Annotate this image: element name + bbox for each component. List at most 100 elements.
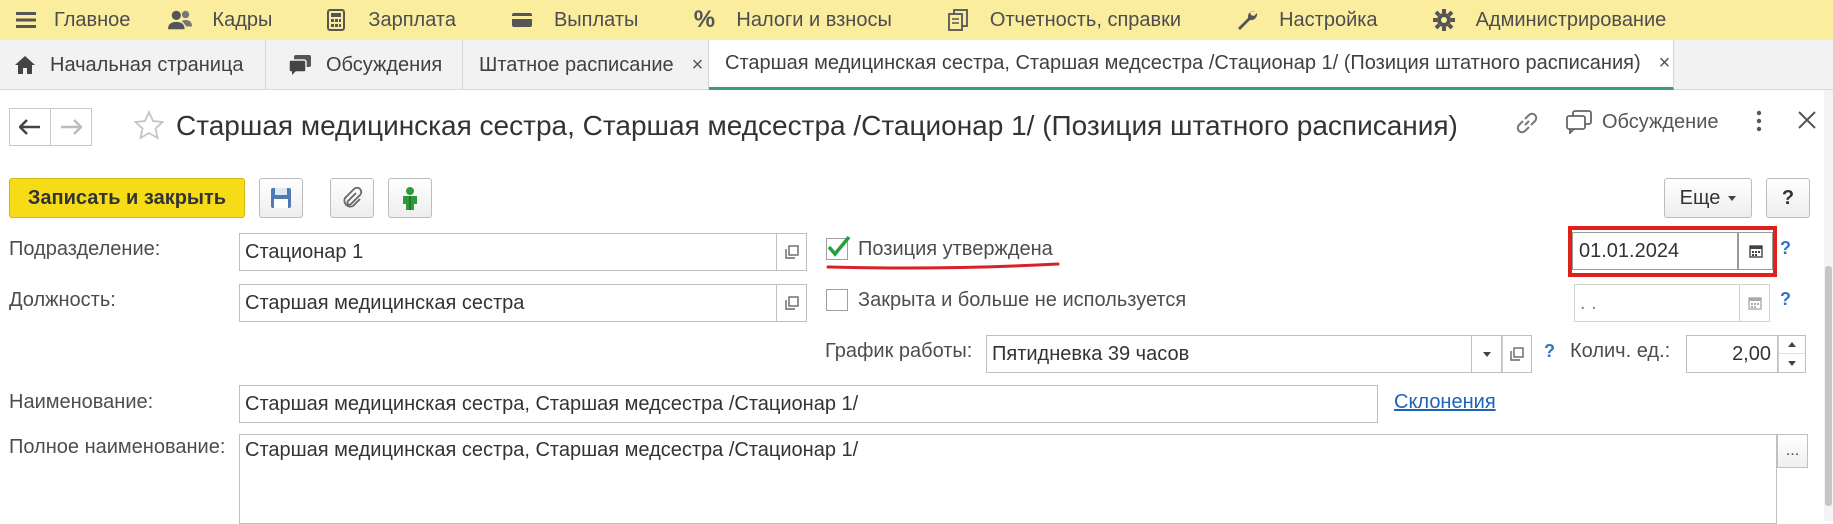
tab-discussions[interactable]: Обсуждения xyxy=(266,40,463,90)
menu-item-admin[interactable]: Администрирование xyxy=(1420,0,1689,40)
menu-item-staff[interactable]: Кадры xyxy=(156,0,312,40)
tab-staff-position[interactable]: Старшая медицинская сестра, Старшая медс… xyxy=(709,40,1674,90)
fullname-textarea[interactable]: Старшая медицинская сестра, Старшая медс… xyxy=(239,434,1777,524)
name-value: Старшая медицинская сестра, Старшая медс… xyxy=(245,392,859,415)
more-button[interactable]: Еще xyxy=(1664,178,1752,218)
stepper-down-icon[interactable] xyxy=(1779,354,1805,372)
open-schedule-button[interactable] xyxy=(1502,335,1532,373)
menu-item-main[interactable]: Главное xyxy=(52,0,156,40)
documents-icon xyxy=(946,8,970,32)
position-value: Старшая медицинская сестра xyxy=(245,291,525,314)
page-title: Старшая медицинская сестра, Старшая медс… xyxy=(176,110,1458,141)
position-label: Должность: xyxy=(9,289,116,311)
tab-staff-schedule[interactable]: Штатное расписание × xyxy=(463,40,709,90)
attach-file-button[interactable] xyxy=(330,178,374,218)
gear-icon xyxy=(1432,8,1456,32)
menu-item-reports[interactable]: Отчетность, справки xyxy=(934,0,1223,40)
closed-label[interactable]: Закрыта и больше не используется xyxy=(858,289,1186,312)
close-icon[interactable]: × xyxy=(692,54,704,77)
menu-label-main: Главное xyxy=(54,8,131,31)
calendar-button[interactable] xyxy=(1738,232,1773,270)
schedule-dropdown-button[interactable] xyxy=(1472,335,1502,373)
closed-checkbox[interactable] xyxy=(826,289,848,311)
back-button[interactable] xyxy=(9,108,51,146)
calendar-icon xyxy=(1747,296,1762,310)
division-label: Подразделение: xyxy=(9,238,161,260)
menu-label-staff: Кадры xyxy=(212,8,273,31)
close-window-icon[interactable] xyxy=(1797,110,1817,130)
open-division-button[interactable] xyxy=(777,233,807,271)
schedule-label: График работы: xyxy=(825,340,973,362)
closed-calendar-button[interactable] xyxy=(1740,284,1770,322)
open-form-icon xyxy=(784,245,799,259)
calendar-icon xyxy=(1748,244,1763,258)
open-form-icon xyxy=(1510,347,1524,361)
closed-help-icon[interactable]: ? xyxy=(1780,289,1791,310)
wallet-icon xyxy=(510,8,534,32)
floppy-disk-icon xyxy=(270,187,292,209)
home-icon xyxy=(14,55,36,75)
fullname-label: Полное наименование: xyxy=(9,436,226,458)
tab-label-staff-schedule: Штатное расписание xyxy=(479,53,674,76)
fullname-value: Старшая медицинская сестра, Старшая медс… xyxy=(245,439,859,461)
quantity-stepper[interactable] xyxy=(1778,335,1806,373)
menu-label-payments: Выплаты xyxy=(553,8,639,31)
quantity-field[interactable]: 2,00 xyxy=(1686,335,1778,373)
tab-label-home: Начальная страница xyxy=(50,53,244,76)
name-field[interactable]: Старшая медицинская сестра, Старшая медс… xyxy=(239,385,1378,423)
closed-date-field[interactable]: . . xyxy=(1574,284,1740,322)
main-menu-bar: Главное Кадры Зарплата Выплаты % Налоги … xyxy=(0,0,1833,40)
save-and-close-button[interactable]: Записать и закрыть xyxy=(9,178,245,218)
hamburger-menu-icon[interactable] xyxy=(0,0,52,40)
schedule-field[interactable]: Пятидневка 39 часов xyxy=(986,335,1472,373)
tab-label-discussions: Обсуждения xyxy=(326,53,443,76)
approved-help-icon[interactable]: ? xyxy=(1780,238,1791,259)
more-label: Еще xyxy=(1679,186,1721,209)
discussion-label: Обсуждение xyxy=(1602,110,1719,133)
schedule-help-icon[interactable]: ? xyxy=(1544,341,1555,362)
chat-icon xyxy=(288,54,312,76)
green-person-icon xyxy=(399,186,421,210)
quantity-label: Колич. ед.: xyxy=(1570,340,1671,362)
menu-item-taxes[interactable]: % Налоги и взносы xyxy=(680,0,933,40)
open-position-button[interactable] xyxy=(777,284,807,322)
favorite-star-icon[interactable] xyxy=(133,109,165,145)
division-field[interactable]: Стационар 1 xyxy=(239,233,777,271)
vertical-scrollbar[interactable] xyxy=(1824,90,1833,521)
help-button[interactable]: ? xyxy=(1766,178,1810,218)
position-field[interactable]: Старшая медицинская сестра xyxy=(239,284,777,322)
stepper-up-icon[interactable] xyxy=(1779,336,1805,354)
percent-icon: % xyxy=(693,6,716,33)
menu-item-settings[interactable]: Настройка xyxy=(1223,0,1419,40)
approved-date-field[interactable]: 01.01.2024 xyxy=(1572,232,1738,270)
menu-label-reports: Отчетность, справки xyxy=(989,8,1182,31)
wrench-icon xyxy=(1235,8,1259,32)
tab-label-staff-position: Старшая медицинская сестра, Старшая медс… xyxy=(725,52,1641,74)
menu-label-taxes: Налоги и взносы xyxy=(736,8,892,31)
declensions-link[interactable]: Склонения xyxy=(1394,391,1496,414)
menu-item-salary[interactable]: Зарплата xyxy=(312,0,498,40)
name-label: Наименование: xyxy=(9,391,154,413)
paperclip-icon xyxy=(341,187,363,209)
scrollbar-thumb[interactable] xyxy=(1825,266,1832,506)
open-form-icon xyxy=(784,296,799,310)
open-tabs-bar: Начальная страница Обсуждения Штатное ра… xyxy=(0,40,1833,90)
dropdown-arrow-icon xyxy=(1728,195,1737,201)
fullname-edit-button[interactable]: ... xyxy=(1777,434,1808,468)
tab-home[interactable]: Начальная страница xyxy=(0,40,266,90)
save-button[interactable] xyxy=(259,178,303,218)
menu-label-settings: Настройка xyxy=(1279,8,1378,31)
forward-button[interactable] xyxy=(50,108,92,146)
structure-button[interactable] xyxy=(388,178,432,218)
quantity-value: 2,00 xyxy=(1732,342,1771,365)
schedule-value: Пятидневка 39 часов xyxy=(992,342,1190,365)
calculator-icon xyxy=(324,8,348,32)
menu-label-admin: Администрирование xyxy=(1475,8,1667,31)
discussion-button[interactable]: Обсуждение xyxy=(1566,110,1719,134)
menu-item-payments[interactable]: Выплаты xyxy=(498,0,680,40)
more-actions-icon[interactable] xyxy=(1756,110,1762,132)
division-value: Стационар 1 xyxy=(245,240,364,263)
close-icon[interactable]: × xyxy=(1659,52,1671,75)
link-icon[interactable] xyxy=(1514,110,1540,136)
people-icon xyxy=(168,8,193,32)
